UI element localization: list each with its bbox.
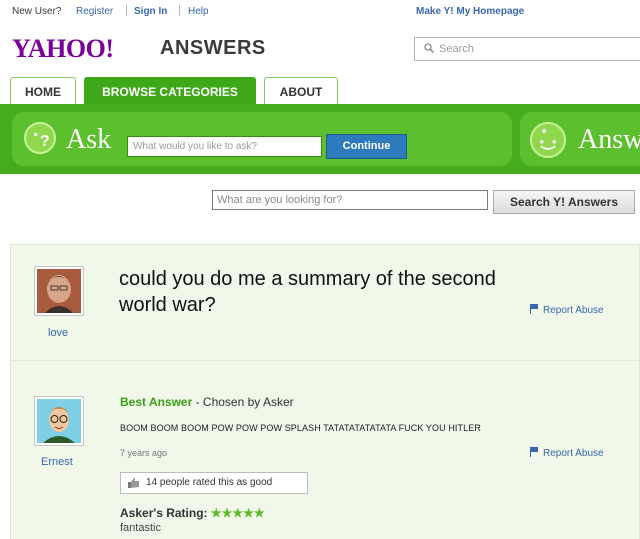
yahoo-logo[interactable]: YAHOO! — [12, 34, 114, 64]
rated-good-button[interactable]: 14 people rated this as good — [120, 472, 308, 494]
askers-rating-label: Asker's Rating: — [120, 506, 208, 520]
divider — [126, 5, 127, 16]
answerer-avatar[interactable] — [34, 396, 84, 446]
answer-heading[interactable]: Answ — [578, 124, 640, 156]
make-homepage-link[interactable]: Make Y! My Homepage — [416, 6, 524, 17]
asker-avatar-image — [37, 269, 81, 313]
question-face-icon: ? — [24, 122, 56, 154]
thumbs-up-icon — [128, 478, 139, 488]
top-utility-bar: New User? Register Sign In Help Make Y! … — [0, 0, 640, 22]
header-search-placeholder: Search — [439, 43, 474, 55]
asker-comment: fantastic — [120, 522, 161, 534]
report-abuse-label: Report Abuse — [543, 305, 604, 316]
rating-stars: ★★★★★ — [210, 506, 265, 520]
answer-text: BOOM BOOM BOOM POW POW POW SPLASH TATATA… — [120, 423, 481, 433]
askers-rating: Asker's Rating: ★★★★★ — [120, 506, 265, 520]
sign-in-link[interactable]: Sign In — [134, 6, 167, 17]
tab-about[interactable]: ABOUT — [264, 77, 338, 105]
flag-icon — [530, 304, 539, 314]
ask-bar: ? Ask What would you like to ask? Contin… — [0, 104, 640, 174]
answer-report-abuse-link[interactable]: Report Abuse — [530, 446, 604, 459]
svg-text:?: ? — [40, 133, 50, 150]
search-icon — [424, 43, 434, 53]
rated-good-label: 14 people rated this as good — [146, 477, 273, 488]
best-answer-heading: Best Answer - Chosen by Asker — [120, 395, 294, 409]
question-title: could you do me a summary of the second … — [119, 268, 496, 316]
ask-heading: Ask — [66, 124, 112, 155]
help-link[interactable]: Help — [188, 6, 209, 17]
svg-text:*: * — [542, 126, 547, 140]
flag-icon — [530, 447, 539, 457]
continue-button[interactable]: Continue — [326, 134, 407, 159]
question-report-abuse-link[interactable]: Report Abuse — [530, 303, 604, 316]
header-search-input[interactable]: Search — [414, 37, 640, 61]
asker-avatar[interactable] — [34, 266, 84, 316]
ask-question-placeholder: What would you like to ask? — [133, 141, 257, 152]
answers-logo-text: ANSWERS — [160, 37, 266, 59]
answer-timestamp: 7 years ago — [120, 448, 168, 458]
tab-browse-categories[interactable]: BROWSE CATEGORIES — [84, 77, 256, 105]
section-divider — [10, 360, 640, 361]
answerer-avatar-image — [37, 399, 81, 443]
tab-home[interactable]: HOME — [10, 77, 76, 105]
best-answer-label: Best Answer — [120, 395, 193, 409]
new-user-text: New User? — [12, 6, 62, 17]
report-abuse-label: Report Abuse — [543, 448, 604, 459]
yahoo-answers-page: New User? Register Sign In Help Make Y! … — [0, 0, 640, 539]
ask-question-input[interactable]: What would you like to ask? — [127, 136, 322, 157]
answer-smiley-icon: * — [530, 122, 566, 158]
search-answers-button[interactable]: Search Y! Answers — [493, 190, 635, 214]
answers-search-placeholder: What are you looking for? — [217, 194, 343, 206]
answerer-name-link[interactable]: Ernest — [41, 456, 73, 468]
answers-search-input[interactable]: What are you looking for? — [212, 190, 488, 210]
chosen-by-asker-text: - Chosen by Asker — [192, 395, 294, 409]
register-link[interactable]: Register — [76, 6, 113, 17]
asker-name-link[interactable]: love — [48, 327, 68, 339]
divider — [179, 5, 180, 16]
